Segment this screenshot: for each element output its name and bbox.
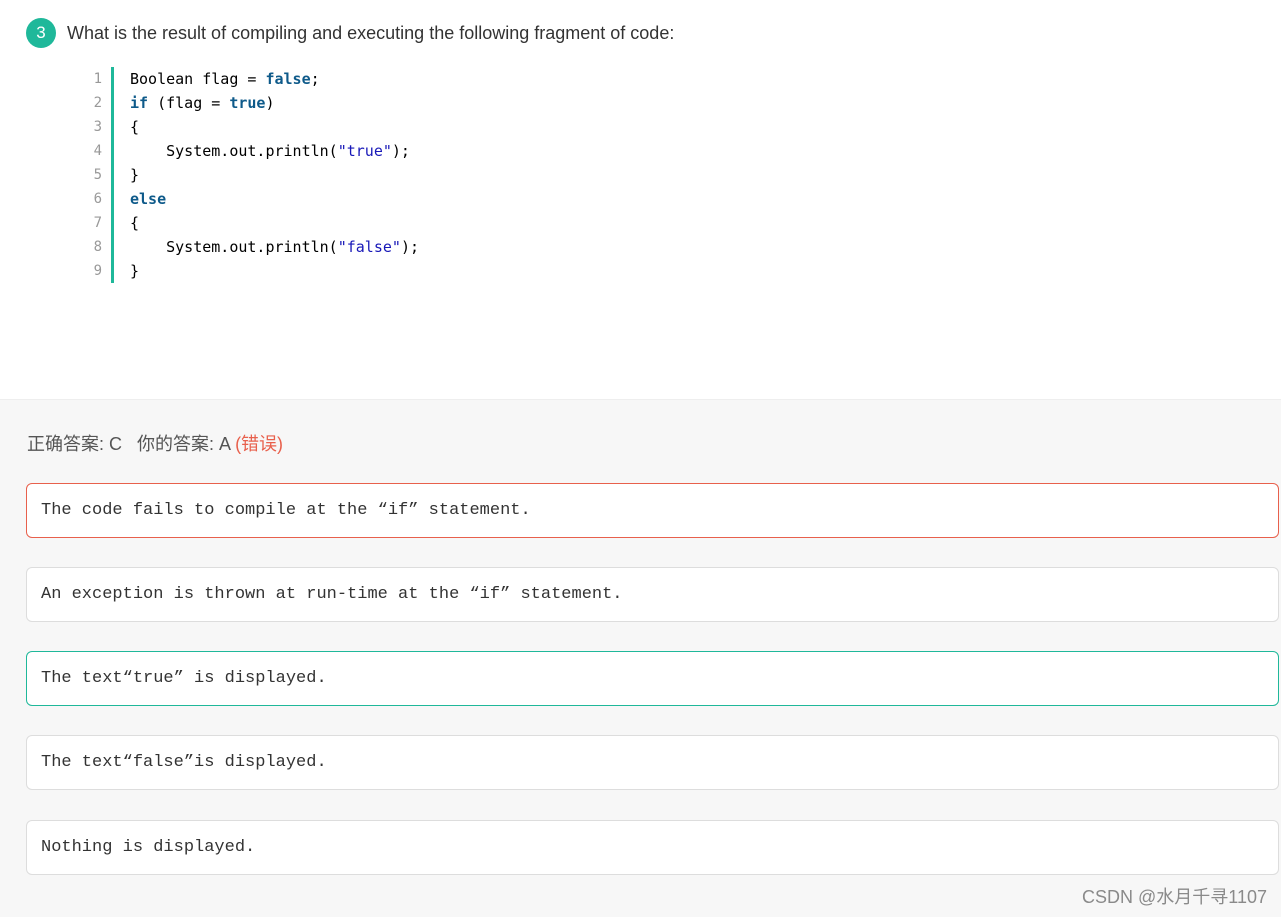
code-keyword: false [265,70,311,88]
code-text: System.out.println( [130,142,338,160]
code-text: Boolean flag = [130,70,266,88]
code-keyword: if [130,94,149,112]
code-text: System.out.println( [130,238,338,256]
watermark: CSDN @水月千寻1107 [1082,887,1267,907]
code-text: } [130,262,140,280]
line-number: 2 [93,95,102,111]
line-number: 5 [93,167,102,183]
question-header: 3 What is the result of compiling and ex… [26,18,674,48]
answer-area: 正确答案: C 你的答案: A (错误) The code fails to c… [0,399,1281,917]
code-string: "true" [337,142,392,160]
option-c[interactable]: The text“true” is displayed. [26,651,1279,706]
code-text: ); [391,142,410,160]
option-d[interactable]: The text“false”is displayed. [26,735,1279,790]
code-line-numbers: 1 2 3 4 5 6 7 8 9 [70,67,114,283]
your-answer-label: 你的答案: A [137,434,231,454]
correct-answer-label: 正确答案: C [27,434,123,454]
code-line: } [130,259,419,283]
line-number: 4 [93,143,102,159]
option-text: An exception is thrown at run-time at th… [41,585,623,604]
code-line: Boolean flag = false; [130,67,419,91]
question-text: What is the result of compiling and exec… [67,22,675,43]
code-text: (flag = [148,94,230,112]
code-line: { [130,115,419,139]
line-number: 8 [93,239,102,255]
answer-status: (错误) [235,434,284,454]
code-line: { [130,211,419,235]
code-string: "false" [337,238,401,256]
code-line: else [130,187,419,211]
code-line: System.out.println("false"); [130,235,419,259]
code-keyword: else [130,190,167,208]
option-text: The code fails to compile at the “if” st… [41,501,531,520]
option-text: The text“true” is displayed. [41,669,327,688]
code-block: 123456789 Boolean flag = false; if (flag … [70,67,419,283]
code-text: } [130,166,140,184]
answer-result: 正确答案: C 你的答案: A (错误) [27,430,283,456]
option-b[interactable]: An exception is thrown at run-time at th… [26,567,1279,622]
code-line: } [130,163,419,187]
line-number: 3 [93,119,102,135]
code-text: { [130,118,140,136]
line-number: 9 [93,263,102,279]
line-number: 7 [93,215,102,231]
line-number: 6 [93,191,102,207]
code-text: ); [400,238,419,256]
option-text: Nothing is displayed. [41,838,256,857]
question-area: 3 What is the result of compiling and ex… [0,0,1281,399]
code-content: Boolean flag = false; if (flag = true){ S… [114,67,419,283]
code-text: ) [265,94,275,112]
code-keyword: true [229,94,266,112]
code-line: System.out.println("true"); [130,139,419,163]
question-number-badge: 3 [26,18,56,48]
code-line: if (flag = true) [130,91,419,115]
code-text: ; [310,70,320,88]
code-text: { [130,214,140,232]
line-number: 1 [93,71,102,87]
option-e[interactable]: Nothing is displayed. [26,820,1279,875]
option-a[interactable]: The code fails to compile at the “if” st… [26,483,1279,538]
option-text: The text“false”is displayed. [41,753,327,772]
